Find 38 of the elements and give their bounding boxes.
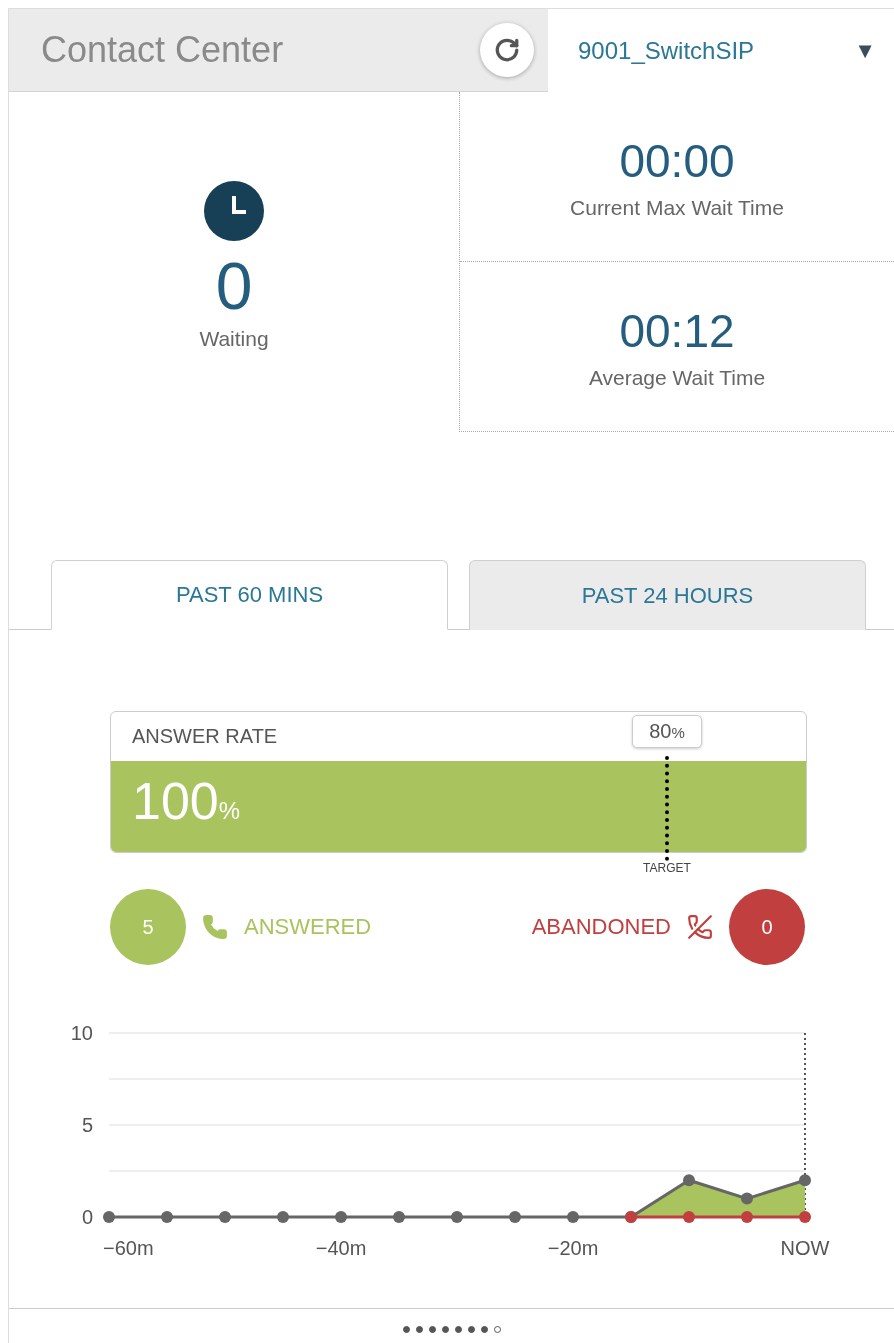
dropdown-arrow: ▼ (854, 37, 876, 64)
page-dot[interactable] (428, 1326, 436, 1333)
card-title: ANSWER RATE (132, 725, 278, 748)
axis-label: −20m (547, 1237, 599, 1259)
stat-value: 00:00 (619, 133, 735, 188)
refresh-button[interactable] (480, 23, 534, 77)
page-dot[interactable] (493, 1326, 501, 1333)
count-label: ABANDONED (531, 914, 671, 940)
page-dot[interactable] (402, 1326, 410, 1333)
stat-label: Average Wait Time (588, 365, 766, 390)
count-label: ANSWERED (244, 914, 372, 940)
page-dot[interactable] (415, 1326, 423, 1333)
axis-label: 10 (70, 1022, 93, 1044)
axis-label: 0 (81, 1206, 93, 1228)
refresh-icon (494, 37, 520, 63)
page-dot[interactable] (480, 1326, 488, 1333)
rate-value: 100% (132, 771, 241, 831)
axis-label: −40m (315, 1237, 367, 1259)
target-label: TARGET (643, 861, 691, 875)
axis-label: 5 (81, 1114, 93, 1136)
tab[interactable]: PAST 60 MINS (51, 560, 448, 630)
waiting-label: Waiting (199, 327, 269, 351)
tab[interactable]: PAST 24 HOURS (469, 560, 866, 630)
count-badge: 0 (729, 889, 805, 965)
page-dot[interactable] (467, 1326, 475, 1333)
phone-icon (202, 914, 228, 940)
waiting-count: 0 (215, 253, 253, 319)
clock-icon (204, 181, 264, 241)
target-value: 80% (632, 715, 702, 748)
phone-off-icon (687, 914, 713, 940)
count-badge: 5 (110, 889, 186, 965)
page-dot[interactable] (454, 1326, 462, 1333)
axis-label: −60m (103, 1237, 154, 1259)
page-dot[interactable] (441, 1326, 449, 1333)
stat-label: Current Max Wait Time (570, 195, 784, 220)
axis-label: NOW (780, 1237, 830, 1259)
app-title: Contact Center (41, 29, 284, 71)
stat-value: 00:12 (619, 303, 735, 358)
